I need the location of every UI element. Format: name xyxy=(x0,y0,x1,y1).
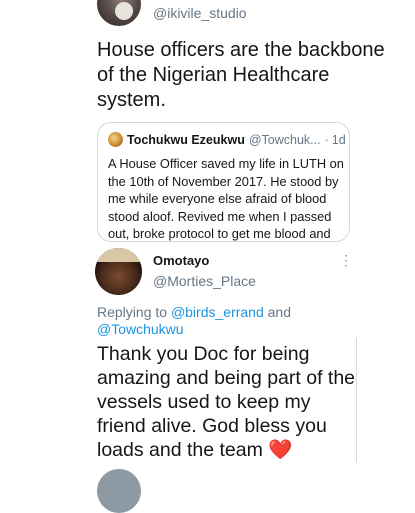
quoted-avatar xyxy=(108,132,123,147)
next-avatar[interactable] xyxy=(97,469,141,513)
quoted-tweet-header: Tochukwu Ezeukwu @Towchuk... · 1d xyxy=(108,132,346,147)
replying-to-label: Replying to xyxy=(97,304,168,320)
quoted-tweet-card[interactable]: Tochukwu Ezeukwu @Towchuk... · 1d A Hous… xyxy=(97,122,350,242)
avatar[interactable] xyxy=(97,0,141,26)
more-options-icon[interactable]: ⋮ xyxy=(339,253,353,267)
reply-tweet-body: Thank you Doc for being amazing and bein… xyxy=(97,342,355,462)
reply-author-handle[interactable]: @Morties_Place xyxy=(153,273,256,289)
mention-link[interactable]: @birds_errand xyxy=(171,304,264,320)
reply-author-name[interactable]: Omotayo xyxy=(153,253,209,268)
quoted-timestamp: 1d xyxy=(331,132,346,147)
reply-tweet-text: Thank you Doc for being amazing and bein… xyxy=(97,343,356,461)
quoted-author-name: Tochukwu Ezeukwu xyxy=(127,132,245,147)
thread-divider xyxy=(356,338,357,462)
replying-to: Replying to @birds_errand and @Towchukwu xyxy=(97,304,357,338)
replying-connector: and xyxy=(267,304,291,320)
quoted-separator: · xyxy=(324,132,329,147)
heart-icon: ❤️ xyxy=(268,439,293,461)
quoted-tweet-text: A House Officer saved my life in LUTH on… xyxy=(108,156,344,241)
mention-link[interactable]: @Towchukwu xyxy=(97,321,184,337)
quoted-author-handle: @Towchuk... xyxy=(248,132,321,147)
author-handle[interactable]: @ikivile_studio xyxy=(153,5,247,21)
tweet-text: House officers are the backbone of the N… xyxy=(97,39,385,111)
reply-avatar[interactable] xyxy=(95,248,142,295)
